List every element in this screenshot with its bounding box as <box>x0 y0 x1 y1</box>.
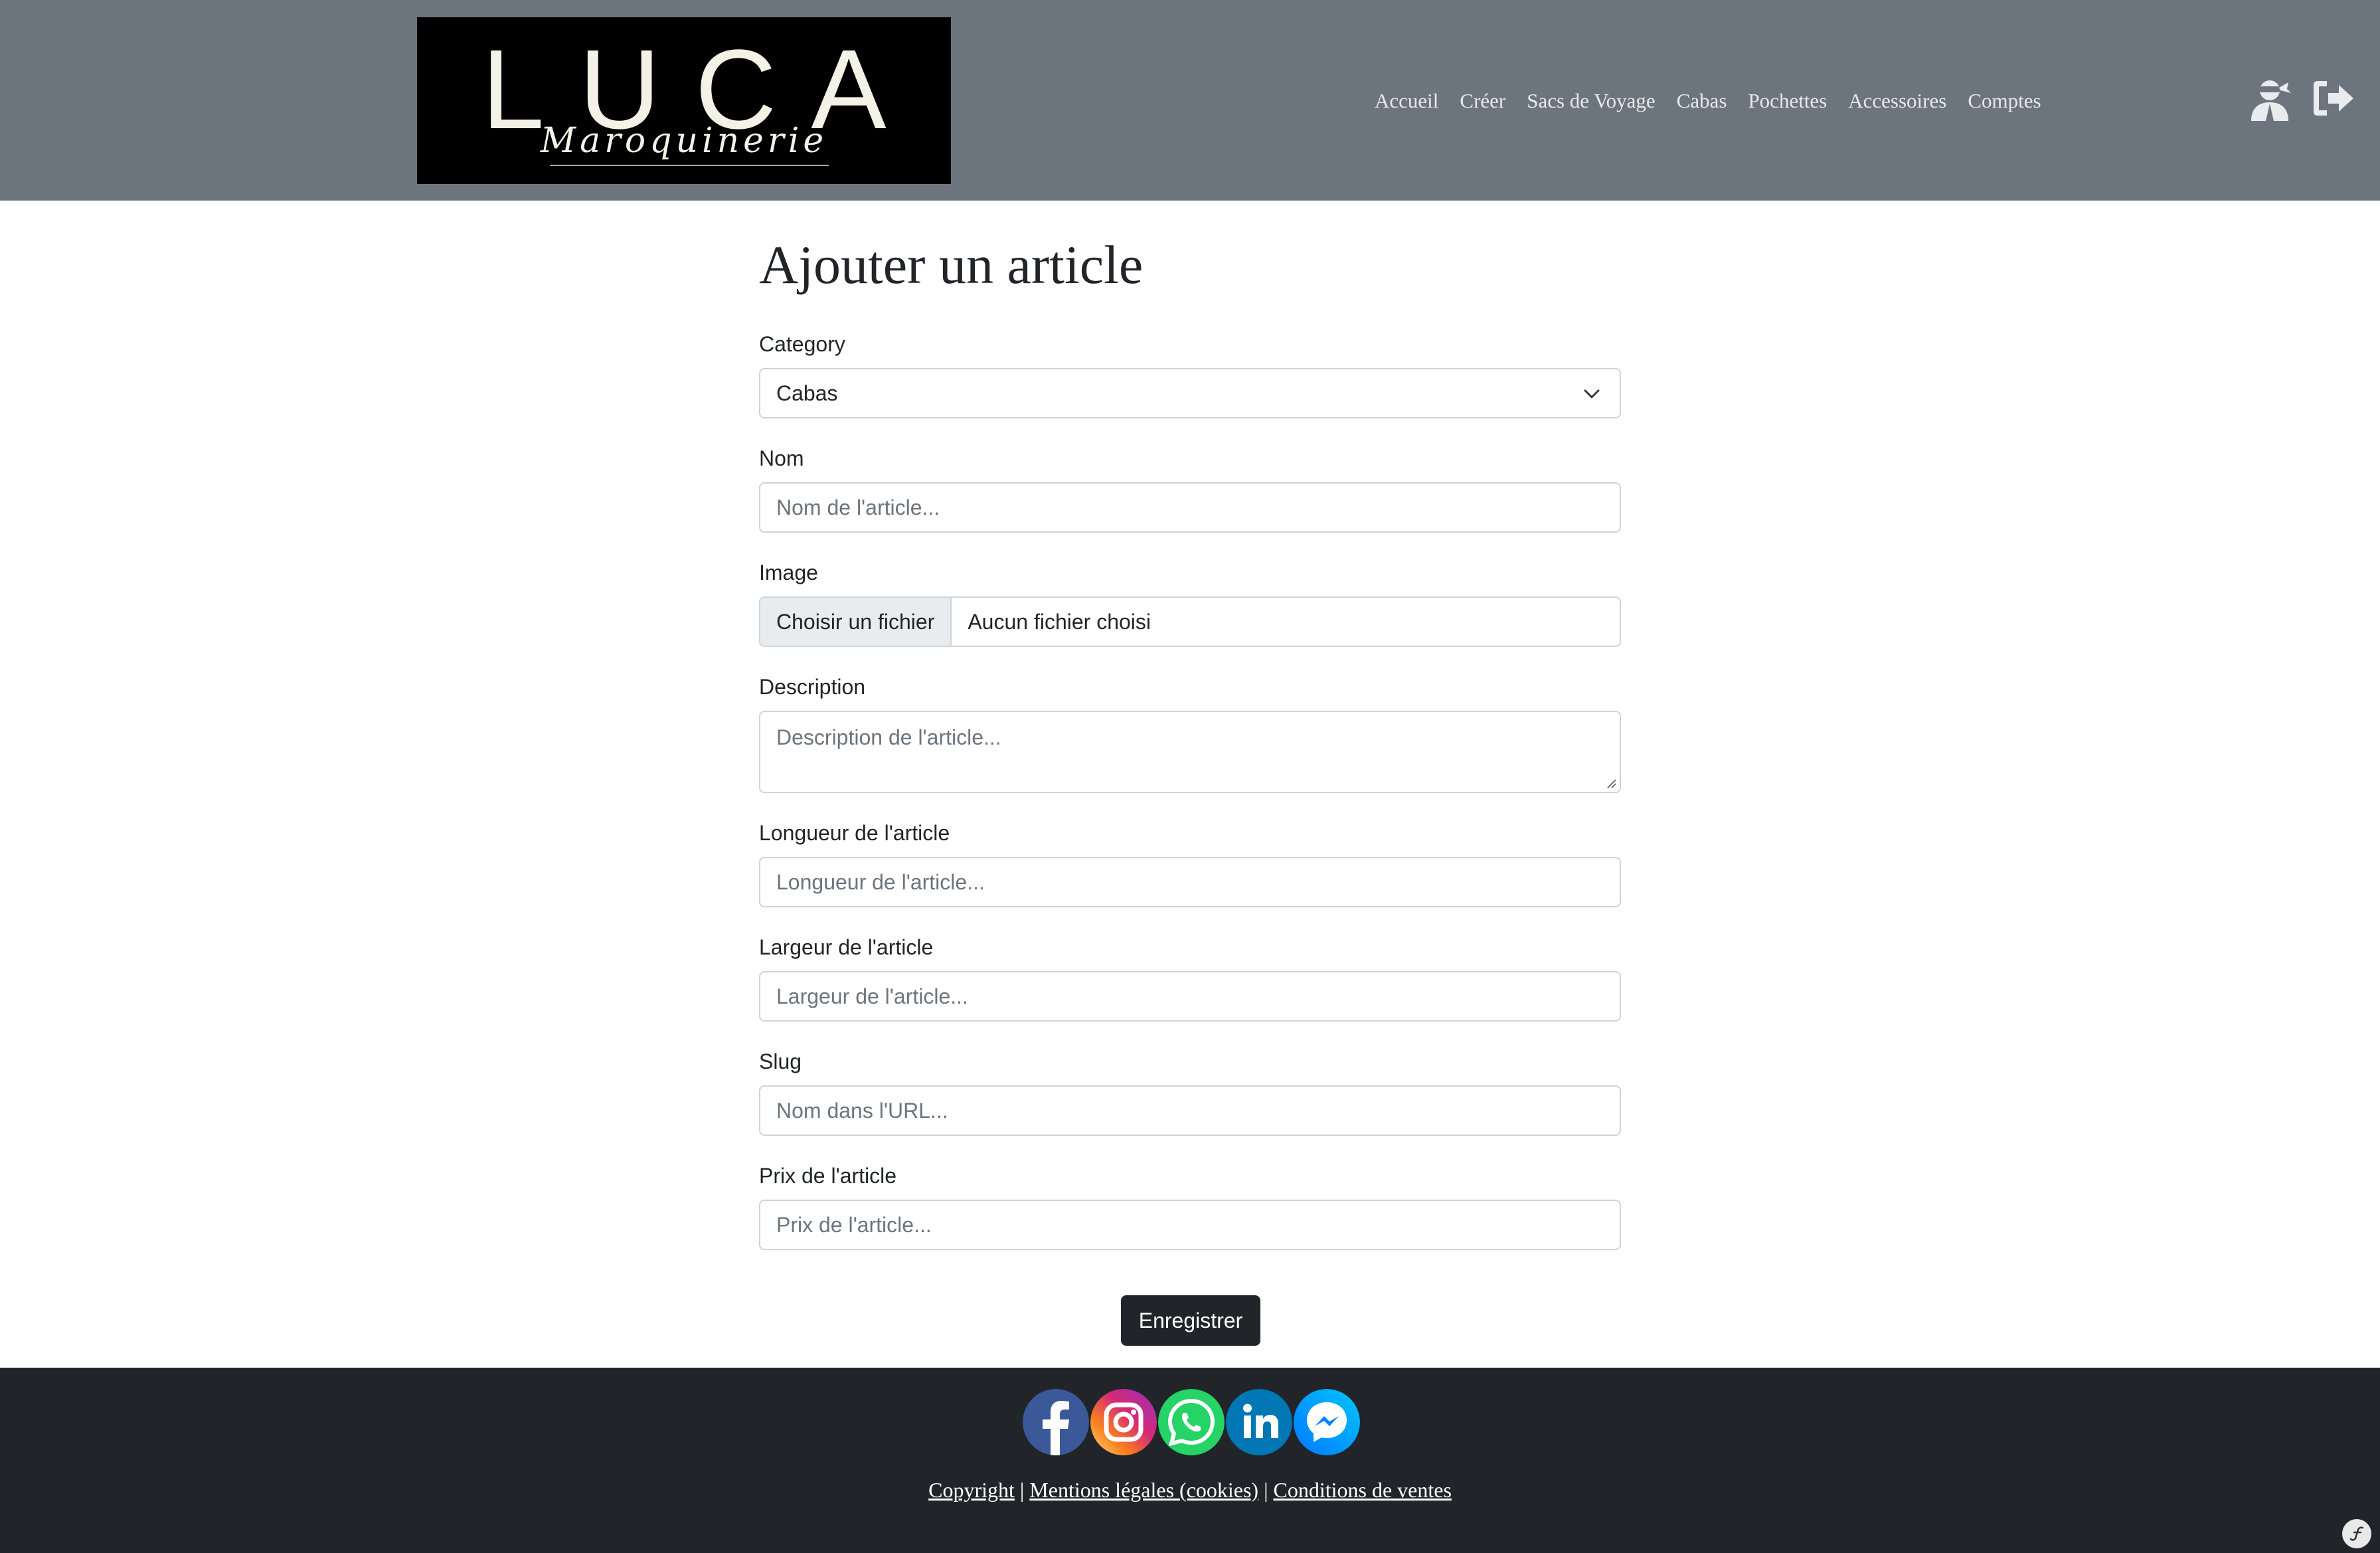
whatsapp-link[interactable] <box>1158 1389 1225 1455</box>
image-label: Image <box>759 561 818 585</box>
linkedin-icon <box>1226 1389 1292 1455</box>
chevron-down-icon <box>1584 389 1600 399</box>
site-header: LUCA Maroquinerie Accueil Créer Sacs de … <box>0 0 2380 201</box>
nav-pochettes[interactable]: Pochettes <box>1748 89 1827 113</box>
description-placeholder: Description de l'article... <box>776 725 1001 749</box>
largeur-input[interactable]: Largeur de l'article... <box>759 971 1621 1022</box>
description-textarea[interactable]: Description de l'article... <box>759 711 1621 793</box>
prix-input[interactable]: Prix de l'article... <box>759 1200 1621 1250</box>
nom-label: Nom <box>759 446 804 470</box>
footer-links: Copyright | Mentions légales (cookies) | Con… <box>0 1478 2380 1503</box>
instagram-icon <box>1090 1389 1157 1455</box>
site-footer: Copyright | Mentions légales (cookies) | Con… <box>0 1368 2380 1553</box>
logo-underline <box>550 165 829 166</box>
description-field: Description Description de l'article... <box>759 674 1621 793</box>
largeur-placeholder: Largeur de l'article... <box>776 984 968 1008</box>
longueur-field: Longueur de l'article Longueur de l'arti… <box>759 820 1621 907</box>
prix-field: Prix de l'article Prix de l'article... <box>759 1162 1621 1250</box>
prix-placeholder: Prix de l'article... <box>776 1212 932 1237</box>
sign-out-icon[interactable] <box>2308 74 2356 122</box>
footer-separator: | <box>1019 1478 1025 1502</box>
footer-separator: | <box>1264 1478 1268 1502</box>
nom-field: Nom Nom de l'article... <box>759 445 1621 533</box>
image-field: Image Choisir un fichier Aucun fichier c… <box>759 559 1621 647</box>
enregistrer-button[interactable]: Enregistrer <box>1121 1295 1260 1346</box>
nom-input[interactable]: Nom de l'article... <box>759 482 1621 533</box>
largeur-label: Largeur de l'article <box>759 935 934 959</box>
slug-field: Slug Nom dans l'URL... <box>759 1048 1621 1136</box>
nav-comptes[interactable]: Comptes <box>1968 89 2041 113</box>
nav-accessoires[interactable]: Accessoires <box>1848 89 1946 113</box>
prix-label: Prix de l'article <box>759 1164 897 1188</box>
instagram-link[interactable] <box>1090 1389 1157 1455</box>
longueur-label: Longueur de l'article <box>759 821 950 845</box>
longueur-input[interactable]: Longueur de l'article... <box>759 857 1621 907</box>
nom-placeholder: Nom de l'article... <box>776 495 940 519</box>
main-nav: Accueil Créer Sacs de Voyage Cabas Poche… <box>1375 86 2041 116</box>
messenger-link[interactable] <box>1294 1389 1360 1455</box>
category-label: Category <box>759 332 845 356</box>
linkedin-link[interactable] <box>1226 1389 1292 1455</box>
page-title: Ajouter un article <box>759 234 1144 295</box>
largeur-field: Largeur de l'article Largeur de l'articl… <box>759 934 1621 1022</box>
category-selected-value: Cabas <box>776 381 838 405</box>
category-field: Category Cabas <box>759 331 1621 418</box>
whatsapp-icon <box>1158 1389 1225 1455</box>
file-status: Aucun fichier choisi <box>968 609 1151 634</box>
messenger-icon <box>1294 1389 1360 1455</box>
nav-creer[interactable]: Créer <box>1460 89 1505 113</box>
slug-placeholder: Nom dans l'URL... <box>776 1098 948 1123</box>
facebook-link[interactable] <box>1023 1389 1089 1455</box>
user-ninja-icon[interactable] <box>2247 74 2295 122</box>
image-file-input[interactable]: Choisir un fichier Aucun fichier choisi <box>759 596 1621 647</box>
category-select[interactable]: Cabas <box>759 368 1621 418</box>
resize-grip-icon[interactable] <box>1605 777 1617 789</box>
luca-logo[interactable]: LUCA Maroquinerie <box>417 17 951 184</box>
symfony-toolbar-icon[interactable] <box>2341 1518 2372 1549</box>
social-links <box>1023 1389 1360 1455</box>
logo-tagline: Maroquinerie <box>540 121 828 161</box>
description-label: Description <box>759 675 866 699</box>
choose-file-button[interactable]: Choisir un fichier <box>760 598 952 646</box>
copyright-link[interactable]: Copyright <box>928 1478 1015 1502</box>
mentions-legales-link[interactable]: Mentions légales (cookies) <box>1029 1478 1258 1502</box>
facebook-icon <box>1023 1389 1089 1455</box>
nav-cabas[interactable]: Cabas <box>1677 89 1727 113</box>
nav-sacs-de-voyage[interactable]: Sacs de Voyage <box>1527 89 1655 113</box>
conditions-de-ventes-link[interactable]: Conditions de ventes <box>1273 1478 1451 1502</box>
slug-input[interactable]: Nom dans l'URL... <box>759 1085 1621 1136</box>
slug-label: Slug <box>759 1050 802 1073</box>
longueur-placeholder: Longueur de l'article... <box>776 869 985 894</box>
nav-accueil[interactable]: Accueil <box>1375 89 1438 113</box>
